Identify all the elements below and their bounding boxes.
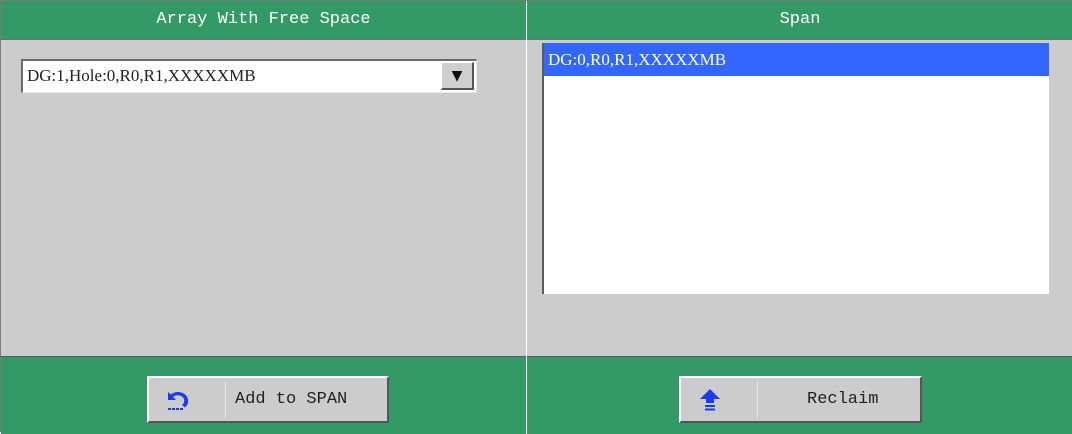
button-separator xyxy=(757,381,758,418)
reclaim-button[interactable]: Reclaim xyxy=(679,376,922,423)
add-to-span-label: Add to SPAN xyxy=(235,390,348,409)
span-panel-footer: Reclaim xyxy=(527,356,1072,434)
add-to-span-button[interactable]: Add to SPAN xyxy=(147,376,389,423)
array-panel-footer: Add to SPAN xyxy=(1,356,526,434)
span-header: Span xyxy=(527,1,1072,40)
array-select-value: DG:1,Hole:0,R0,R1,XXXXXMB xyxy=(27,66,256,85)
button-separator xyxy=(225,381,226,418)
array-select-dropdown[interactable]: DG:1,Hole:0,R0,R1,XXXXXMB ▼ xyxy=(21,59,477,93)
reclaim-label: Reclaim xyxy=(807,390,879,409)
span-configuration-window: Array With Free Space DG:1,Hole:0,R0,R1,… xyxy=(0,0,1072,434)
array-with-free-space-header: Array With Free Space xyxy=(1,1,526,40)
span-listbox[interactable]: DG:0,R0,R1,XXXXXMB xyxy=(542,43,1049,294)
up-arrow-icon xyxy=(698,388,722,412)
undo-arrow-icon xyxy=(166,388,190,412)
dropdown-arrow-button[interactable]: ▼ xyxy=(441,62,474,90)
span-list-item[interactable]: DG:0,R0,R1,XXXXXMB xyxy=(544,43,1049,76)
chevron-down-icon: ▼ xyxy=(451,68,463,84)
span-panel-body: DG:0,R0,R1,XXXXXMB xyxy=(527,40,1072,356)
array-panel-body: DG:1,Hole:0,R0,R1,XXXXXMB ▼ xyxy=(1,40,526,356)
